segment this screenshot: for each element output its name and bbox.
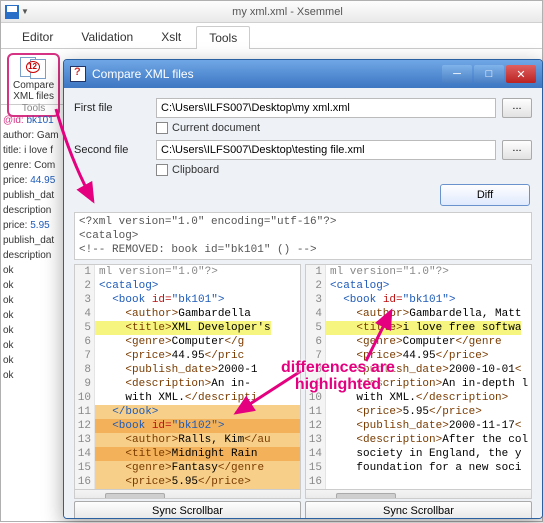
menu-tab-validation[interactable]: Validation [68, 25, 146, 48]
code-line[interactable]: 16 [306, 475, 531, 489]
maximize-button[interactable]: □ [474, 65, 504, 83]
code-line[interactable]: 15 <genre>Fantasy</genre [75, 461, 300, 475]
sync-scrollbar-right[interactable]: Sync Scrollbar [305, 501, 532, 519]
tree-item[interactable]: ok [3, 353, 61, 368]
code-line[interactable]: 2<catalog> [306, 279, 531, 293]
qat-dropdown-icon[interactable]: ▼ [21, 7, 29, 16]
left-tree-column: @id: bk101author: Gamtitle: i love fgenr… [1, 107, 63, 521]
left-diff-pane[interactable]: 1ml version="1.0"?>2<catalog>3 <book id=… [74, 264, 301, 499]
save-icon[interactable] [5, 5, 19, 19]
tree-item[interactable]: price: 44.95 [3, 173, 61, 188]
right-h-scrollbar[interactable] [306, 489, 531, 499]
tree-item[interactable]: publish_dat [3, 188, 61, 203]
code-line[interactable]: 3 <book id="bk101"> [306, 293, 531, 307]
tree-item[interactable]: ok [3, 308, 61, 323]
code-line[interactable]: 6 <genre>Computer</g [75, 335, 300, 349]
left-h-scrollbar[interactable] [75, 489, 300, 499]
code-line[interactable]: 9 <description>An in- [75, 377, 300, 391]
code-line[interactable]: 12 <book id="bk102"> [75, 419, 300, 433]
tree-item[interactable]: description [3, 248, 61, 263]
right-diff-pane[interactable]: 1ml version="1.0"?>2<catalog>3 <book id=… [305, 264, 532, 499]
tree-item[interactable]: genre: Com [3, 158, 61, 173]
code-line[interactable]: 7 <price>44.95</price> [306, 349, 531, 363]
main-window: ▼ my xml.xml - Xsemmel EditorValidationX… [0, 0, 543, 522]
dialog-titlebar[interactable]: Compare XML files ─ □ ✕ [64, 60, 542, 88]
title-bar: ▼ my xml.xml - Xsemmel [1, 1, 542, 23]
code-line[interactable]: 12 <publish_date>2000-11-17< [306, 419, 531, 433]
minimize-button[interactable]: ─ [442, 65, 472, 83]
dialog-icon [70, 66, 86, 82]
code-line[interactable]: 14 <title>Midnight Rain [75, 447, 300, 461]
tree-item[interactable]: ok [3, 278, 61, 293]
code-line[interactable]: 15 foundation for a new soci [306, 461, 531, 475]
window-title: my xml.xml - Xsemmel [37, 6, 538, 18]
code-line[interactable]: 3 <book id="bk101"> [75, 293, 300, 307]
compare-dialog: Compare XML files ─ □ ✕ First file C:\Us… [63, 59, 543, 519]
code-line[interactable]: 8 <publish_date>2000-10-01< [306, 363, 531, 377]
code-line[interactable]: 16 <price>5.95</price> [75, 475, 300, 489]
code-line[interactable]: 1ml version="1.0"?> [306, 265, 531, 279]
code-line[interactable]: 7 <price>44.95</pric [75, 349, 300, 363]
code-line[interactable]: 11 </book> [75, 405, 300, 419]
tree-item[interactable]: ok [3, 263, 61, 278]
second-file-input[interactable]: C:\Users\ILFS007\Desktop\testing file.xm… [156, 140, 496, 160]
code-line[interactable]: 5 <title>XML Developer's [75, 321, 300, 335]
compare-icon: 12 [20, 57, 48, 79]
clipboard-checkbox[interactable] [156, 164, 168, 176]
current-doc-label: Current document [172, 122, 260, 134]
tree-item[interactable]: publish_dat [3, 233, 61, 248]
dialog-body: First file C:\Users\ILFS007\Desktop\my x… [64, 88, 542, 519]
compare-btn-label1: Compare [13, 80, 54, 91]
tree-item[interactable]: price: 5.95 [3, 218, 61, 233]
first-file-input[interactable]: C:\Users\ILFS007\Desktop\my xml.xml [156, 98, 496, 118]
tree-item[interactable]: title: i love f [3, 143, 61, 158]
code-line[interactable]: 2<catalog> [75, 279, 300, 293]
menu-tab-xslt[interactable]: Xslt [148, 25, 194, 48]
clipboard-label: Clipboard [172, 164, 219, 176]
code-line[interactable]: 6 <genre>Computer</genre [306, 335, 531, 349]
dialog-title: Compare XML files [92, 67, 436, 81]
tree-item[interactable]: ok [3, 338, 61, 353]
code-line[interactable]: 13 <author>Ralls, Kim</au [75, 433, 300, 447]
menu-tab-tools[interactable]: Tools [196, 26, 250, 49]
sync-scrollbar-left[interactable]: Sync Scrollbar [74, 501, 301, 519]
compare-xml-button[interactable]: 12 Compare XML files [13, 57, 54, 102]
first-file-label: First file [74, 102, 150, 114]
tree-item[interactable]: ok [3, 323, 61, 338]
code-line[interactable]: 14 society in England, the y [306, 447, 531, 461]
tree-item[interactable]: @id: bk101 [3, 113, 61, 128]
current-doc-checkbox[interactable] [156, 122, 168, 134]
compare-btn-label2: XML files [13, 91, 54, 102]
menu-tab-editor[interactable]: Editor [9, 25, 66, 48]
tree-item[interactable]: ok [3, 368, 61, 383]
first-file-browse[interactable]: ... [502, 98, 532, 118]
code-line[interactable]: 10 with XML.</description> [306, 391, 531, 405]
code-line[interactable]: 4 <author>Gambardella [75, 307, 300, 321]
tree-item[interactable]: author: Gam [3, 128, 61, 143]
close-button[interactable]: ✕ [506, 65, 536, 83]
tree-item[interactable]: description [3, 203, 61, 218]
code-line[interactable]: 11 <price>5.95</price> [306, 405, 531, 419]
second-file-browse[interactable]: ... [502, 140, 532, 160]
second-file-label: Second file [74, 144, 150, 156]
code-line[interactable]: 10 with XML.</descripti [75, 391, 300, 405]
code-line[interactable]: 4 <author>Gambardella, Matt [306, 307, 531, 321]
code-line[interactable]: 1ml version="1.0"?> [75, 265, 300, 279]
diff-button[interactable]: Diff [440, 184, 530, 206]
diff-header: <?xml version="1.0" encoding="utf-16"?><… [74, 212, 532, 260]
tree-item[interactable]: ok [3, 293, 61, 308]
code-line[interactable]: 8 <publish_date>2000-1 [75, 363, 300, 377]
menu-strip: EditorValidationXsltTools [1, 23, 542, 49]
code-line[interactable]: 13 <description>After the col [306, 433, 531, 447]
code-line[interactable]: 5 <title>i love free softwa [306, 321, 531, 335]
code-line[interactable]: 9 <description>An in-depth l [306, 377, 531, 391]
